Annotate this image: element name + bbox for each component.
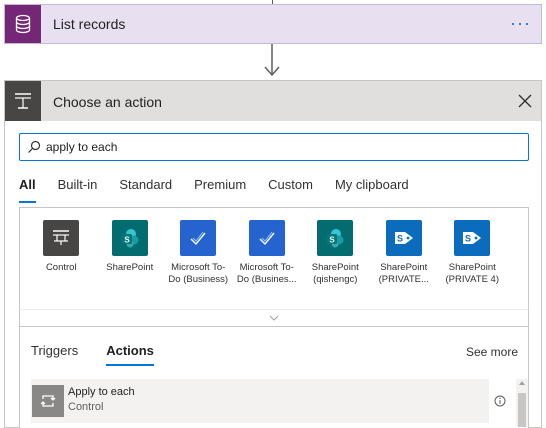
tab-custom[interactable]: Custom xyxy=(268,177,313,203)
connector-label: Microsoft To-Do (Busines... xyxy=(236,262,297,285)
new-step-icon xyxy=(5,81,41,121)
search-box xyxy=(19,133,529,161)
todo-icon xyxy=(180,220,217,256)
svg-text:S: S xyxy=(124,236,130,245)
result-name: Apply to each xyxy=(68,386,135,398)
scrollbar[interactable] xyxy=(516,379,528,427)
connector-sharepoint[interactable]: S SharePoint xyxy=(96,220,165,286)
connector-sharepoint-private[interactable]: S SharePoint (PRIVATE... xyxy=(370,220,439,286)
category-tabs: All Built-in Standard Premium Custom My … xyxy=(19,177,431,203)
list-records-card[interactable]: List records ··· xyxy=(4,4,542,44)
connector-todo-business[interactable]: Microsoft To-Do (Business) xyxy=(164,220,233,286)
tab-triggers[interactable]: Triggers xyxy=(31,343,78,366)
results-panel: Triggers Actions See more Apply to each … xyxy=(19,327,529,428)
choose-action-card: Choose an action All Built-in Standard P… xyxy=(4,80,542,428)
loop-icon xyxy=(32,385,64,417)
info-icon[interactable] xyxy=(494,395,506,407)
database-icon xyxy=(5,5,41,43)
connector-label: SharePoint (qishengc) xyxy=(311,262,359,285)
see-more-link[interactable]: See more xyxy=(466,345,518,359)
search-icon xyxy=(28,140,41,153)
result-apply-to-each[interactable]: Apply to each Control xyxy=(31,379,489,423)
scroll-up-icon[interactable] xyxy=(519,381,525,385)
svg-text:S: S xyxy=(397,234,403,244)
connector-label: SharePoint (PRIVATE 4) xyxy=(445,262,500,285)
control-icon xyxy=(43,220,80,256)
connector-label: SharePoint (PRIVATE... xyxy=(378,262,429,285)
connector-todo-business-2[interactable]: Microsoft To-Do (Busines... xyxy=(233,220,302,286)
connector-sharepoint-qishengc[interactable]: S SharePoint (qishengc) xyxy=(301,220,370,286)
tab-my-clipboard[interactable]: My clipboard xyxy=(335,177,409,203)
sharepoint-icon: S xyxy=(111,220,148,256)
connector-label: Microsoft To-Do (Business) xyxy=(168,262,229,285)
todo-icon xyxy=(248,220,285,256)
tab-built-in[interactable]: Built-in xyxy=(58,177,98,203)
more-options-button[interactable]: ··· xyxy=(510,13,531,34)
search-input[interactable] xyxy=(46,138,516,156)
tab-premium[interactable]: Premium xyxy=(194,177,246,203)
sharepoint-icon: S xyxy=(317,220,354,256)
arrow-down-icon xyxy=(264,44,280,77)
sharepoint-private-icon: S xyxy=(454,220,491,256)
svg-text:S: S xyxy=(465,234,471,244)
connector-control[interactable]: Control xyxy=(27,220,96,286)
svg-text:S: S xyxy=(330,236,336,245)
tab-all[interactable]: All xyxy=(19,177,36,203)
scroll-thumb[interactable] xyxy=(518,393,526,427)
action-header: Choose an action xyxy=(5,81,541,121)
chevron-down-icon xyxy=(269,315,279,321)
connector-sharepoint-private-4[interactable]: S SharePoint (PRIVATE 4) xyxy=(438,220,507,286)
connector-label: SharePoint xyxy=(106,262,154,273)
result-connector: Control xyxy=(68,401,104,413)
close-icon[interactable] xyxy=(517,93,533,109)
action-title: Choose an action xyxy=(53,94,162,110)
sharepoint-private-icon: S xyxy=(385,220,422,256)
list-records-title: List records xyxy=(53,16,126,32)
expand-connectors-button[interactable] xyxy=(19,309,529,327)
tab-actions[interactable]: Actions xyxy=(106,343,154,366)
connector-label: Control xyxy=(45,262,77,273)
tab-standard[interactable]: Standard xyxy=(119,177,172,203)
